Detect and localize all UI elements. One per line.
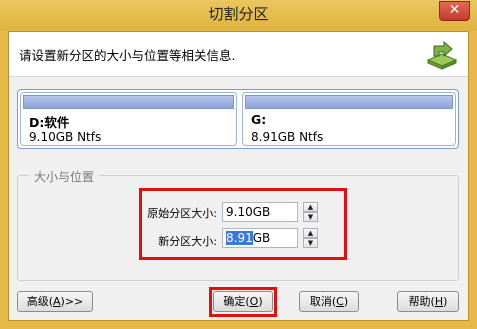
cancel-label: 取消( bbox=[309, 295, 337, 308]
original-size-value: 9.10GB bbox=[226, 205, 271, 219]
new-size-label: 新分区大小: bbox=[158, 235, 217, 248]
help-suffix: ) bbox=[443, 295, 448, 308]
new-size-field[interactable]: 8.91GB bbox=[222, 228, 298, 248]
spin-down-icon[interactable]: ▼ bbox=[303, 212, 318, 222]
partition-name: D:软件 bbox=[29, 115, 70, 130]
original-size-label: 原始分区大小: bbox=[147, 207, 217, 220]
spin-up-icon[interactable]: ▲ bbox=[303, 202, 318, 212]
original-size-field[interactable]: 9.10GB bbox=[222, 202, 298, 222]
close-icon: ✕ bbox=[448, 2, 461, 18]
partition-usage-bar bbox=[245, 95, 453, 109]
help-label: 帮助( bbox=[408, 295, 435, 308]
disk-map: D:软件 9.10GB Ntfs G: 8.91GB Ntfs bbox=[17, 89, 459, 149]
partition-name: G: bbox=[251, 112, 267, 127]
instruction-header: 请设置新分区的大小与位置等相关信息. bbox=[9, 32, 468, 77]
size-position-label: 大小与位置 bbox=[29, 168, 100, 185]
partition-size: 8.91GB Ntfs bbox=[251, 130, 324, 144]
partition-size: 9.10GB Ntfs bbox=[29, 130, 102, 144]
new-size-stepper[interactable]: ▲ ▼ bbox=[303, 228, 318, 249]
new-size-selected-value: 8.91 bbox=[226, 231, 253, 245]
advanced-suffix: )>> bbox=[60, 295, 84, 308]
help-hotkey: H bbox=[434, 295, 444, 308]
new-size-unit: GB bbox=[252, 231, 271, 245]
split-partition-dialog: 切割分区 ✕ 请设置新分区的大小与位置等相关信息. D:软件 9.10GB Nt… bbox=[0, 0, 477, 329]
close-button[interactable]: ✕ bbox=[439, 1, 470, 21]
advanced-button[interactable]: 高级(A)>> bbox=[17, 291, 93, 312]
cancel-suffix: ) bbox=[343, 295, 349, 308]
dialog-body: 请设置新分区的大小与位置等相关信息. D:软件 9.10GB Ntfs G: 8… bbox=[8, 31, 469, 321]
window-title: 切割分区 bbox=[208, 5, 269, 23]
partition-usage-bar bbox=[23, 95, 234, 109]
spin-up-icon[interactable]: ▲ bbox=[303, 228, 318, 238]
partition-g[interactable]: G: 8.91GB Ntfs bbox=[242, 92, 456, 146]
spin-down-icon[interactable]: ▼ bbox=[303, 238, 318, 248]
instruction-text: 请设置新分区的大小与位置等相关信息. bbox=[19, 48, 236, 63]
title-bar: 切割分区 ✕ bbox=[0, 0, 477, 31]
original-size-stepper[interactable]: ▲ ▼ bbox=[303, 202, 318, 223]
help-button[interactable]: 帮助(H) bbox=[397, 291, 459, 312]
advanced-hotkey: A bbox=[53, 295, 61, 308]
ok-label: 确定( bbox=[223, 295, 250, 308]
advanced-label: 高级( bbox=[26, 295, 54, 308]
cancel-button[interactable]: 取消(C) bbox=[299, 291, 359, 312]
ok-suffix: ) bbox=[258, 295, 263, 308]
cancel-hotkey: C bbox=[336, 295, 344, 308]
partition-split-icon bbox=[426, 40, 458, 70]
ok-button[interactable]: 确定(O) bbox=[213, 291, 273, 312]
partition-d[interactable]: D:软件 9.10GB Ntfs bbox=[20, 92, 237, 146]
highlight-box bbox=[139, 188, 347, 260]
